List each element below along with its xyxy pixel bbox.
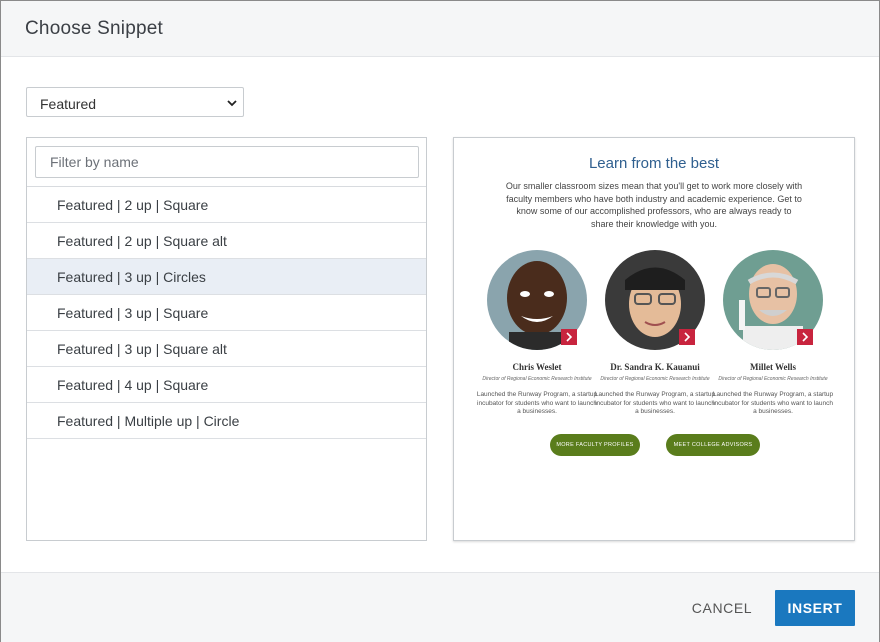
snippet-list-item-selected[interactable]: Featured | 3 up | Circles <box>27 259 426 295</box>
faculty-name: Millet Wells <box>749 362 797 372</box>
dialog-header: Choose Snippet <box>1 1 879 57</box>
chevron-right-icon <box>561 329 577 345</box>
preview-intro: Our smaller classroom sizes mean that yo… <box>505 181 803 229</box>
snippet-label: Featured | 3 up | Square alt <box>57 341 227 357</box>
preview-heading: Learn from the best <box>588 155 720 172</box>
snippet-list: Featured | 2 up | Square Featured | 2 up… <box>27 186 426 439</box>
faculty-name: Chris Weslet <box>512 362 562 372</box>
snippet-list-item[interactable]: Featured | 2 up | Square <box>27 187 426 223</box>
chevron-right-icon <box>679 329 695 345</box>
snippet-label: Featured | Multiple up | Circle <box>57 413 240 429</box>
faculty-description: Launched the Runway Program, a startup i… <box>594 391 716 415</box>
chevron-down-icon <box>227 100 237 107</box>
more-faculty-profiles-button: MORE FACULTY PROFILES <box>550 434 640 456</box>
faculty-role: Director of Regional Economic Research I… <box>482 376 592 382</box>
faculty-description: Launched the Runway Program, a startup i… <box>476 391 598 415</box>
filter-by-name-input[interactable] <box>35 146 419 178</box>
faculty-role: Director of Regional Economic Research I… <box>718 376 828 382</box>
snippet-label: Featured | 3 up | Circles <box>57 269 206 285</box>
snippet-label: Featured | 2 up | Square <box>57 197 209 213</box>
snippet-label: Featured | 4 up | Square <box>57 377 209 393</box>
snippet-list-item[interactable]: Featured | 4 up | Square <box>27 367 426 403</box>
faculty-name: Dr. Sandra K. Kauanui <box>610 362 700 372</box>
snippet-list-item[interactable]: Featured | 3 up | Square <box>27 295 426 331</box>
chevron-right-icon <box>797 329 813 345</box>
faculty-role: Director of Regional Economic Research I… <box>600 376 710 382</box>
category-select-value: Featured <box>40 96 97 112</box>
snippet-list-item[interactable]: Featured | 2 up | Square alt <box>27 223 426 259</box>
snippet-label: Featured | 2 up | Square alt <box>57 233 227 249</box>
choose-snippet-dialog: Choose Snippet Featured Featured | 2 up … <box>0 0 880 642</box>
snippet-list-item[interactable]: Featured | Multiple up | Circle <box>27 403 426 439</box>
dialog-title: Choose Snippet <box>25 18 164 39</box>
snippet-list-item[interactable]: Featured | 3 up | Square alt <box>27 331 426 367</box>
snippet-list-panel: Featured | 2 up | Square Featured | 2 up… <box>26 137 427 541</box>
dialog-footer: CANCEL INSERT <box>1 572 879 642</box>
insert-button[interactable]: INSERT <box>775 590 855 626</box>
cancel-button[interactable]: CANCEL <box>677 591 767 625</box>
snippet-label: Featured | 3 up | Square <box>57 305 209 321</box>
meet-college-advisors-button: MEET COLLEGE ADVISORS <box>666 434 760 456</box>
faculty-description: Launched the Runway Program, a startup i… <box>712 391 834 415</box>
category-select[interactable]: Featured <box>26 87 244 117</box>
snippet-preview: Learn from the best Our smaller classroo… <box>453 137 855 541</box>
